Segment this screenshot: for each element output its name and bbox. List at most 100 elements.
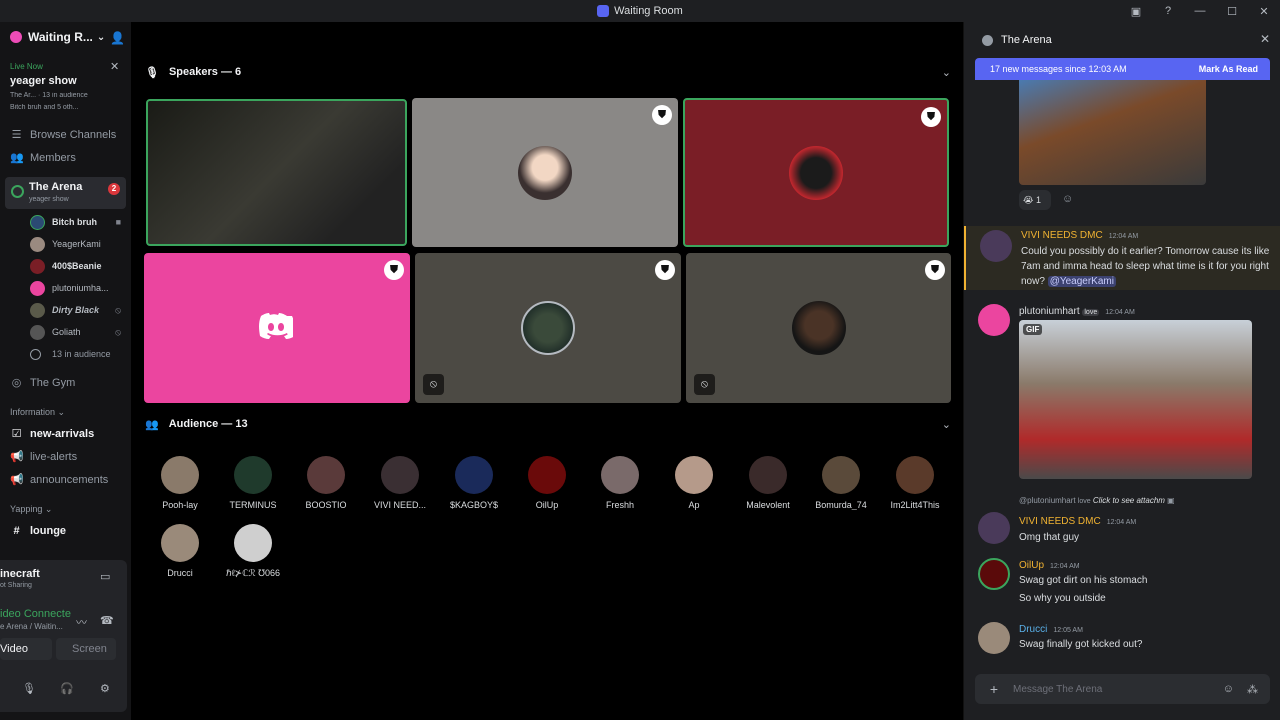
speaker-tile[interactable]: ⛊ — [144, 253, 410, 403]
message-author: plutoniumhart love 12:04 AM — [1019, 306, 1135, 317]
close-icon[interactable]: ✕ — [1260, 32, 1270, 46]
help-icon[interactable]: ? — [1152, 5, 1184, 17]
close-live-icon[interactable]: ✕ — [110, 60, 119, 73]
stage-member[interactable]: Goliath ⦸ — [0, 321, 131, 343]
message-author: VIVI NEEDS DMC 12:04 AM — [1021, 230, 1139, 241]
server-header[interactable]: Waiting R... ⌄ 👤 — [0, 22, 131, 52]
speaker-video-tile[interactable] — [146, 99, 407, 246]
speaker-tile[interactable]: ⛊ — [412, 98, 678, 247]
audience-member[interactable]: ℏℓ⊁ℂℛ ℧066 — [223, 524, 283, 579]
moderator-shield-icon: ⛊ — [384, 260, 404, 280]
audience-member[interactable]: Drucci — [150, 524, 210, 578]
category-information[interactable]: Information ⌄ — [0, 402, 131, 422]
new-messages-bar[interactable]: 17 new messages since 12:03 AM Mark As R… — [975, 58, 1270, 80]
emoji-icon[interactable]: ☺ — [1223, 683, 1234, 695]
message-text: So why you outside — [1019, 593, 1106, 604]
close-window-button[interactable]: ✕ — [1248, 5, 1280, 18]
microphone-icon[interactable]: 🎙 — [22, 682, 36, 695]
gif-badge: GIF — [1023, 324, 1043, 335]
member-name: Bitch bruh — [52, 217, 97, 227]
message-composer[interactable]: + Message The Arena ☺ ⁂ — [975, 674, 1270, 704]
reaction-pill[interactable]: 😭 1 — [1019, 190, 1051, 210]
stage-member[interactable]: Dirty Black ⦸ — [0, 299, 131, 321]
role-tag: love — [1082, 309, 1100, 316]
add-user-icon[interactable]: 👤 — [110, 31, 125, 45]
audience-member[interactable]: Im2Litt4This — [885, 456, 945, 510]
channel-lounge[interactable]: # lounge — [0, 519, 131, 542]
mark-as-read-button[interactable]: Mark As Read — [1199, 64, 1258, 74]
member-name: Pooh-lay — [162, 500, 198, 510]
speakers-header: 🎙 Speakers — 6 — [145, 62, 241, 82]
image-attachment[interactable] — [1019, 80, 1206, 185]
stage-channel-name: The Arena — [29, 181, 83, 193]
speaker-tile[interactable]: ⛊ — [683, 98, 949, 247]
audience-member[interactable]: BOOSTIO — [296, 456, 356, 510]
message-input[interactable]: Message The Arena — [1013, 684, 1102, 695]
channel-label: The Gym — [30, 376, 76, 389]
server-icon — [10, 31, 22, 43]
stage-channel-the-arena[interactable]: The Arena yeager show 2 — [5, 177, 126, 209]
muted-icon: ⦸ — [115, 304, 121, 315]
stage-member[interactable]: 400$Beanie — [0, 255, 131, 277]
member-name: VIVI NEED... — [373, 500, 426, 510]
settings-gear-icon[interactable]: ⚙ — [100, 682, 110, 695]
stage-member[interactable]: plutoniumha... — [0, 277, 131, 299]
channel-label: new-arrivals — [30, 427, 95, 440]
audience-member[interactable]: Bomurda_74 — [811, 456, 871, 510]
chat-message[interactable]: Drucci 12:05 AM Swag finally got kicked o… — [964, 620, 1280, 660]
chat-message[interactable]: plutoniumhart love 12:04 AM GIF — [964, 304, 1280, 484]
chat-message[interactable]: OilUp 12:04 AM Swag got dirt on his stoma… — [964, 556, 1280, 606]
channel-live-alerts[interactable]: 📢 live-alerts — [0, 445, 131, 468]
audience-member[interactable]: TERMINUS — [223, 456, 283, 510]
avatar — [822, 456, 860, 494]
user-mention[interactable]: @YeagerKami — [1047, 276, 1116, 287]
inbox-icon[interactable]: ▣ — [1120, 5, 1152, 18]
reply-preview[interactable]: @plutoniumhart love Click to see attachm… — [1019, 496, 1175, 505]
avatar — [234, 524, 272, 562]
video-button[interactable]: Video — [0, 638, 52, 660]
chat-message[interactable]: @plutoniumhart love Click to see attachm… — [964, 496, 1280, 546]
browse-channels-item[interactable]: ☰ Browse Channels — [0, 123, 131, 146]
maximize-button[interactable]: ☐ — [1216, 5, 1248, 18]
audience-count[interactable]: 13 in audience — [0, 343, 131, 365]
disconnect-icon[interactable]: ☎ — [100, 614, 114, 627]
speaker-tile[interactable]: ⛊ ⦸ — [415, 253, 681, 403]
chevron-down-icon[interactable]: ⌄ — [942, 66, 951, 79]
audience-member[interactable]: Ap — [664, 456, 724, 510]
screen-share-button[interactable]: Screen — [56, 638, 116, 660]
stage-channel-the-gym[interactable]: ◎ The Gym — [0, 371, 131, 394]
audience-member[interactable]: Pooh-lay — [150, 456, 210, 510]
audience-member[interactable]: Freshh — [590, 456, 650, 510]
gif-attachment[interactable]: GIF — [1019, 320, 1252, 479]
audience-member[interactable]: OilUp — [517, 456, 577, 510]
category-yapping[interactable]: Yapping ⌄ — [0, 499, 131, 519]
timestamp: 12:04 AM — [1108, 233, 1139, 240]
members-item[interactable]: 👥 Members — [0, 146, 131, 169]
user-panel: inecraft ot Sharing ▭ ideo Connecte e Ar… — [0, 560, 127, 712]
channel-new-arrivals[interactable]: ☑ new-arrivals — [0, 422, 131, 445]
chat-message[interactable]: VIVI NEEDS DMC 12:04 AM Could you possibl… — [964, 226, 1280, 290]
channel-label: announcements — [30, 473, 109, 486]
stage-member[interactable]: YeagerKami — [0, 233, 131, 255]
speaker-tile[interactable]: ⛊ ⦸ — [686, 253, 951, 403]
add-attachment-icon[interactable]: + — [975, 681, 1013, 697]
timestamp: 12:04 AM — [1050, 563, 1080, 570]
channel-announcements[interactable]: 📢 announcements — [0, 468, 131, 491]
apps-icon[interactable]: ⁂ — [1247, 683, 1258, 696]
minimize-button[interactable]: — — [1184, 5, 1216, 17]
chevron-down-icon[interactable]: ⌄ — [942, 418, 951, 431]
member-name: TERMINUS — [229, 500, 277, 510]
avatar — [521, 301, 575, 355]
audience-member[interactable]: Malevolent — [738, 456, 798, 510]
noise-suppression-icon[interactable]: 〰 — [76, 614, 87, 630]
add-reaction-icon[interactable]: ☺ — [1062, 193, 1073, 205]
audience-member[interactable]: VIVI NEED... — [370, 456, 430, 510]
stage-member[interactable]: Bitch bruh ■ — [0, 211, 131, 233]
reaction-count: 1 — [1036, 195, 1042, 205]
chat-panel: The Arena ✕ 17 new messages since 12:03 … — [963, 22, 1280, 720]
live-event-title[interactable]: yeager show — [0, 75, 131, 87]
stream-icon[interactable]: ▭ — [100, 570, 110, 583]
headphones-icon[interactable]: 🎧 — [60, 682, 74, 695]
audience-member[interactable]: $KAGBOY$ — [444, 456, 504, 510]
activity-title: inecraft — [0, 568, 40, 580]
